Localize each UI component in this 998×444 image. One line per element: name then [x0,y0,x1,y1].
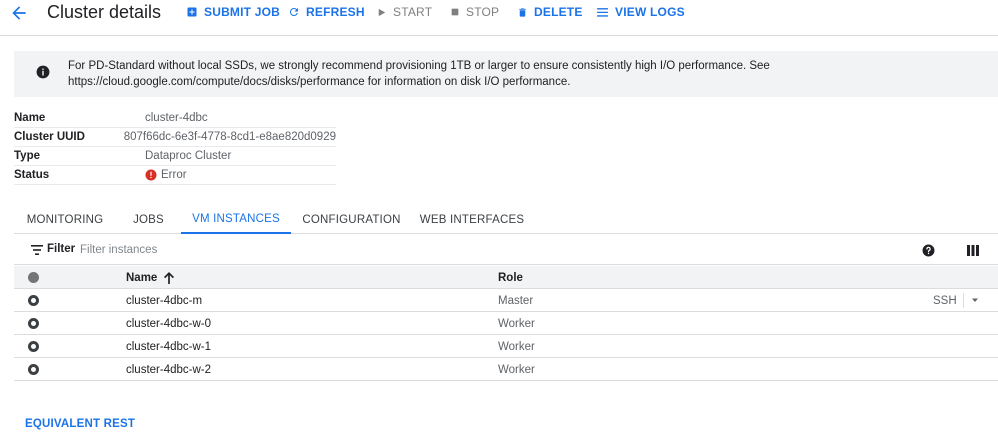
filter-icon[interactable] [31,245,43,255]
details-label: Status [14,169,50,181]
tab-configuration[interactable]: CONFIGURATION [291,206,412,234]
header-bar: Cluster details SUBMIT JOB REFRESH START… [0,0,998,26]
stop-label: STOP [466,5,500,19]
info-icon [36,65,50,79]
dropdown-arrow-icon[interactable] [969,294,981,306]
columns-icon[interactable] [967,245,979,256]
refresh-button[interactable]: REFRESH [288,4,365,20]
ssh-divider [963,293,964,308]
table-row[interactable]: cluster-4dbc-w-0 Worker [14,312,998,335]
help-icon[interactable] [922,244,935,257]
instance-role: Worker [498,340,535,353]
instance-name[interactable]: cluster-4dbc-w-1 [126,335,211,358]
arrow-left-icon[interactable] [9,3,29,23]
instance-name[interactable]: cluster-4dbc-m [126,289,202,312]
instance-name[interactable]: cluster-4dbc-w-0 [126,312,211,335]
table-header: Name Role [14,266,998,289]
plus-box-icon [187,7,197,17]
view-logs-button[interactable]: VIEW LOGS [596,4,685,20]
details-label: Type [14,150,40,162]
submit-job-label: SUBMIT JOB [204,5,281,19]
row-select[interactable] [28,289,39,312]
tab-vm-instances[interactable]: VM INSTANCES [181,206,291,234]
table-row[interactable]: cluster-4dbc-m Master SSH [14,289,998,312]
filter-label[interactable]: Filter [47,243,75,255]
start-button[interactable]: START [376,4,432,20]
page-title: Cluster details [47,2,162,22]
error-icon [145,169,157,181]
start-label: START [393,5,433,19]
filter-input[interactable] [80,241,380,259]
view-logs-label: VIEW LOGS [615,5,685,19]
tab-web-interfaces[interactable]: WEB INTERFACES [412,206,532,234]
play-icon [378,8,386,16]
row-select[interactable] [28,335,39,358]
details-label: Cluster UUID [14,131,85,143]
details-value: cluster-4dbc [145,112,208,124]
table-row[interactable]: cluster-4dbc-w-2 Worker [14,358,998,381]
instance-status-icon[interactable] [28,295,39,306]
trash-icon [519,7,526,17]
row-select[interactable] [28,312,39,335]
details-row-name: Name cluster-4dbc [14,109,336,128]
banner-text: For PD-Standard without local SSDs, we s… [68,60,770,88]
status-value: Error [145,169,187,181]
details-value: Dataproc Cluster [145,150,232,162]
header-divider [0,35,998,36]
details-label: Name [14,112,46,124]
row-select[interactable] [28,358,39,381]
tab-bar: MONITORING JOBS VM INSTANCES CONFIGURATI… [14,206,998,234]
arrow-up-icon [164,271,175,284]
select-all-column [28,266,39,289]
column-header-role[interactable]: Role [498,266,523,289]
instance-status-icon[interactable] [28,318,39,329]
submit-job-button[interactable]: SUBMIT JOB [186,4,280,20]
details-row-type: Type Dataproc Cluster [14,147,336,166]
status-column-icon [28,272,39,283]
table-row[interactable]: cluster-4dbc-w-1 Worker [14,335,998,358]
stop-icon [451,8,459,16]
details-row-status: Status Error [14,166,336,185]
filter-bar: Filter [14,236,998,265]
instance-status-icon[interactable] [28,364,39,375]
tab-jobs[interactable]: JOBS [116,206,181,234]
vm-instances-table: Name Role cluster-4dbc-m Master SSH clus… [14,266,998,381]
delete-button[interactable]: DELETE [517,4,583,20]
list-icon [597,7,608,17]
instance-role: Worker [498,317,535,330]
stop-button[interactable]: STOP [450,4,499,20]
column-header-name[interactable]: Name [126,266,175,289]
refresh-label: REFRESH [306,5,365,19]
refresh-icon [289,7,298,16]
column-header-name-label: Name [126,271,158,284]
tab-monitoring[interactable]: MONITORING [14,206,116,234]
instance-name[interactable]: cluster-4dbc-w-2 [126,358,211,381]
instance-status-icon[interactable] [28,341,39,352]
instance-role: Worker [498,363,535,376]
ssh-button[interactable]: SSH [933,290,957,311]
cluster-details-table: Name cluster-4dbc Cluster UUID 807f66dc-… [14,109,336,185]
delete-label: DELETE [534,5,583,19]
status-text: Error [161,169,187,181]
info-banner: For PD-Standard without local SSDs, we s… [14,51,998,97]
details-row-uuid: Cluster UUID 807f66dc-6e3f-4778-8cd1-e8a… [14,128,336,147]
details-value: 807f66dc-6e3f-4778-8cd1-e8ae820d0929 [123,131,336,143]
instance-role: Master [498,294,534,307]
equivalent-rest-link[interactable]: EQUIVALENT REST [25,418,135,430]
